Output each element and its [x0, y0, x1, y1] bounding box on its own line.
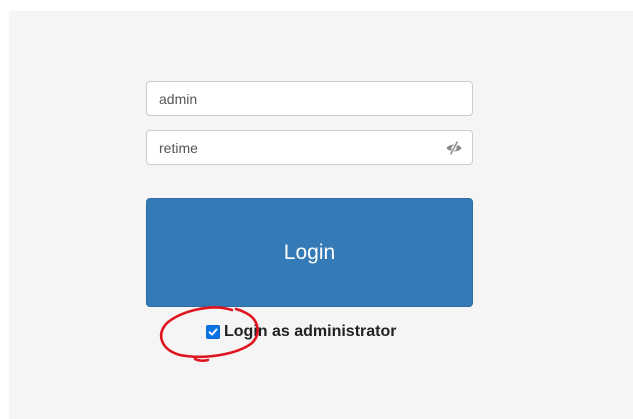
admin-checkbox[interactable] — [206, 325, 220, 339]
admin-option: Login as administrator — [206, 322, 396, 342]
login-button[interactable]: Login — [146, 198, 473, 307]
username-value: admin — [159, 90, 198, 107]
username-input[interactable]: admin — [146, 81, 473, 116]
password-input[interactable]: retime — [146, 130, 473, 165]
admin-checkbox-label[interactable]: Login as administrator — [224, 323, 396, 341]
checkmark-icon — [208, 328, 218, 336]
eye-slash-icon[interactable] — [444, 138, 464, 158]
password-value: retime — [159, 139, 198, 156]
